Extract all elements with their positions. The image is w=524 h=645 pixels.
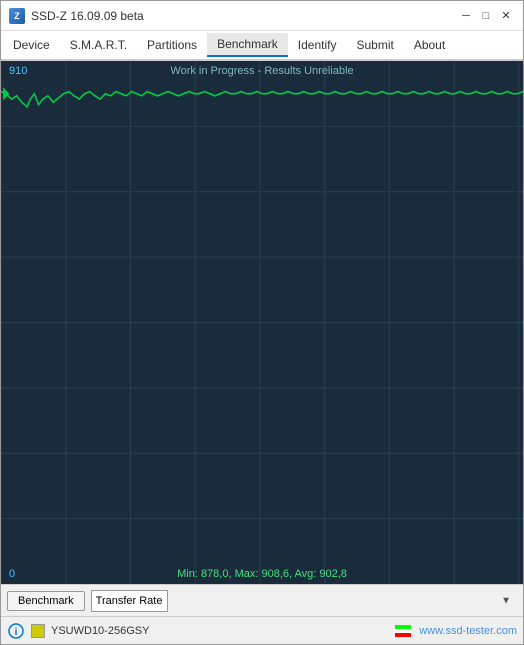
drive-name: YSUWD10-256GSY (51, 625, 389, 637)
menu-item-device[interactable]: Device (3, 34, 60, 56)
app-title: SSD-Z 16.09.09 beta (31, 9, 457, 23)
maximize-button[interactable]: □ (477, 7, 495, 25)
menu-item-identify[interactable]: Identify (288, 34, 347, 56)
menu-item-smart[interactable]: S.M.A.R.T. (60, 34, 137, 56)
menu-item-about[interactable]: About (404, 34, 455, 56)
country-flag-icon (395, 625, 411, 637)
minimize-button[interactable]: ─ (457, 7, 475, 25)
menu-item-partitions[interactable]: Partitions (137, 34, 207, 56)
window-controls: ─ □ ✕ (457, 7, 515, 25)
menu-bar: DeviceS.M.A.R.T.PartitionsBenchmarkIdent… (1, 31, 523, 61)
close-button[interactable]: ✕ (497, 7, 515, 25)
dropdown-wrapper: Transfer RateAccess TimeRead SpeedWrite … (91, 590, 517, 612)
chart-area: 910 Work in Progress - Results Unreliabl… (1, 61, 523, 584)
chart-stats-label: Min: 878,0, Max: 908,6, Avg: 902,8 (177, 568, 347, 580)
transfer-type-select[interactable]: Transfer RateAccess TimeRead SpeedWrite … (91, 590, 168, 612)
svg-text:i: i (15, 627, 18, 638)
drive-color-indicator (31, 624, 45, 638)
website-link[interactable]: www.ssd-tester.com (419, 625, 517, 637)
toolbar: Benchmark Transfer RateAccess TimeRead S… (1, 584, 523, 616)
dropdown-arrow-icon: ▼ (501, 595, 511, 606)
chart-title: Work in Progress - Results Unreliable (170, 65, 353, 77)
info-icon: i (7, 622, 25, 640)
chart-y-max-label: 910 (9, 65, 27, 77)
menu-item-benchmark[interactable]: Benchmark (207, 33, 288, 57)
main-window: Z SSD-Z 16.09.09 beta ─ □ ✕ DeviceS.M.A.… (0, 0, 524, 645)
app-icon: Z (9, 8, 25, 24)
benchmark-chart (1, 61, 523, 584)
chart-y-min-label: 0 (9, 568, 15, 580)
benchmark-button[interactable]: Benchmark (7, 591, 85, 611)
menu-item-submit[interactable]: Submit (346, 34, 403, 56)
status-bar: i YSUWD10-256GSY www.ssd-tester.com (1, 616, 523, 644)
title-bar: Z SSD-Z 16.09.09 beta ─ □ ✕ (1, 1, 523, 31)
